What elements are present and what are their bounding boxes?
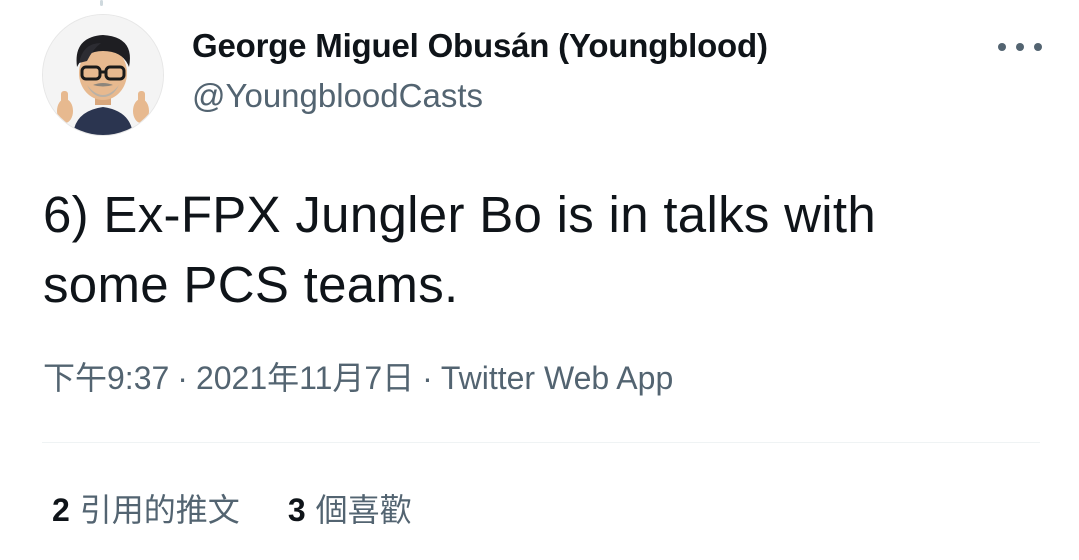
like-count: 3 <box>287 492 306 528</box>
tweet-source[interactable]: Twitter Web App <box>441 360 673 396</box>
separator: · <box>422 360 433 396</box>
more-horizontal-icon[interactable] <box>998 36 1042 58</box>
tweet-text-line: some PCS teams. <box>43 256 459 313</box>
divider <box>42 442 1040 443</box>
author-handle[interactable]: @YoungbloodCasts <box>192 76 768 116</box>
tweet-time[interactable]: 下午9:37 <box>43 360 169 396</box>
separator: · <box>177 360 188 396</box>
tweet-text-line: 6) Ex-FPX Jungler Bo is in talks with <box>43 186 877 243</box>
likes-stat[interactable]: 3 個喜歡 <box>288 488 412 532</box>
thread-connector-line <box>100 0 103 6</box>
tweet-stats: 2 引用的推文 3 個喜歡 <box>52 488 412 532</box>
tweet-metadata: 下午9:37 · 2021年11月7日 · Twitter Web App <box>43 356 673 400</box>
tweet-text: 6) Ex-FPX Jungler Bo is in talks with so… <box>43 180 1023 320</box>
quote-tweets-stat[interactable]: 2 引用的推文 <box>52 488 240 532</box>
tweet-header: George Miguel Obusán (Youngblood) @Young… <box>42 14 1042 136</box>
like-label: 個喜歡 <box>315 492 412 528</box>
quote-count: 2 <box>52 492 70 528</box>
tweet-date[interactable]: 2021年11月7日 <box>196 360 414 396</box>
author-display-name[interactable]: George Miguel Obusán (Youngblood) <box>192 26 768 66</box>
quote-label: 引用的推文 <box>79 492 240 528</box>
avatar[interactable] <box>42 14 164 136</box>
memoji-avatar-icon <box>43 15 163 135</box>
